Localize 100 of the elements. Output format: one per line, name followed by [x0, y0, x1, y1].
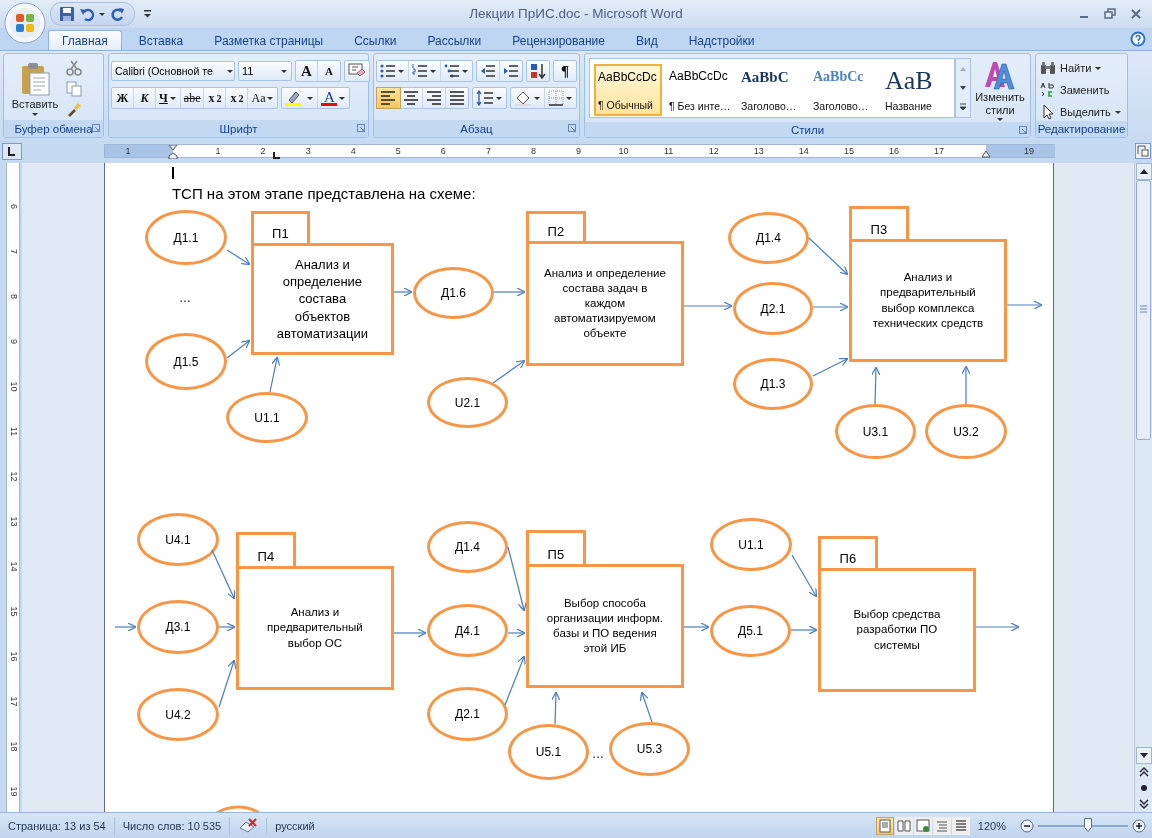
word-count: Число слов: 10 535 [114, 816, 231, 835]
borders-icon[interactable] [548, 90, 564, 106]
caret-icon [31, 111, 39, 117]
ribbon-tab[interactable]: Ссылки [340, 30, 411, 50]
scroll-up-icon[interactable] [1135, 163, 1152, 180]
ribbon-tab[interactable]: Надстройки [674, 30, 769, 50]
align-justify-icon[interactable] [449, 90, 465, 106]
draft-view-button[interactable] [951, 816, 970, 835]
restore-icon[interactable] [1104, 8, 1116, 20]
save-icon[interactable] [59, 6, 75, 22]
ribbon-tab[interactable]: Вид [621, 30, 672, 50]
paste-button[interactable]: Вставить [4, 54, 66, 120]
print-view-button[interactable] [875, 816, 894, 835]
clear-format-icon[interactable] [348, 63, 366, 79]
dialog-launcher-icon[interactable] [1019, 126, 1027, 134]
spellcheck-icon[interactable] [238, 817, 259, 834]
ruler-toggle-icon[interactable] [1135, 143, 1151, 159]
ruler-number: 11 [664, 145, 674, 157]
right-indent-icon[interactable] [981, 151, 991, 158]
indent-marker-icon[interactable] [168, 145, 178, 159]
reading-view-button[interactable] [894, 816, 913, 835]
ruler-number: 13 [753, 145, 764, 157]
brush-icon[interactable] [66, 102, 82, 118]
data-ellipse: Д1.1 [144, 210, 227, 265]
help-icon[interactable] [1130, 31, 1146, 47]
caret-icon[interactable] [566, 95, 573, 101]
grow-font-button[interactable]: A [296, 61, 318, 81]
ribbon-tab[interactable]: Рецензирование [498, 30, 619, 50]
zoom-level[interactable]: 120% [977, 819, 1006, 832]
align-center-icon[interactable] [403, 90, 419, 106]
dialog-launcher-icon[interactable] [92, 124, 100, 132]
web-view-button[interactable] [913, 816, 932, 835]
scroll-down-icon[interactable] [1135, 747, 1152, 764]
bold-button[interactable]: Ж [112, 88, 134, 108]
strikethrough-button[interactable]: abe [180, 88, 205, 108]
replace-button[interactable]: Заменить [1040, 81, 1122, 99]
arrow [808, 237, 849, 276]
arrow [493, 287, 526, 297]
ribbon-tab[interactable]: Разметка страницы [200, 30, 338, 50]
zoom-slider-thumb[interactable] [1083, 817, 1092, 832]
caret-icon [267, 95, 275, 101]
process-box: Анализ и определение состава объектов автоматизации [250, 243, 394, 355]
change-styles-button[interactable]: Изменить стили [971, 54, 1029, 122]
shrink-font-button[interactable]: A [318, 61, 340, 81]
caret-icon[interactable] [99, 11, 106, 17]
scroll-thumb-icon[interactable] [1136, 180, 1151, 440]
caret-icon[interactable] [307, 95, 315, 101]
change-case-button[interactable]: Aa [248, 88, 278, 108]
sort-icon[interactable] [530, 63, 546, 79]
line-spacing-icon[interactable] [476, 90, 494, 106]
arrow [683, 622, 710, 632]
bullets-icon[interactable] [380, 63, 396, 79]
scissors-icon[interactable] [66, 60, 82, 76]
align-right-icon[interactable] [426, 90, 442, 106]
align-left-icon[interactable] [380, 90, 396, 106]
font-name-field[interactable]: Calibri (Основной те [111, 61, 235, 81]
paint-bucket-icon[interactable] [514, 90, 532, 106]
font-size-field[interactable]: 11 [238, 61, 292, 81]
arrow [211, 549, 236, 600]
ruler-number: 10 [618, 145, 629, 157]
arrow [218, 659, 237, 708]
zoom-in-icon[interactable] [1132, 818, 1146, 833]
zoom-out-icon[interactable] [1020, 818, 1034, 833]
ruler-number: 14 [8, 560, 18, 573]
tab-selector-icon[interactable] [2, 143, 22, 160]
tab-stop-icon[interactable] [273, 152, 280, 159]
caret-icon[interactable] [462, 68, 469, 74]
customize-icon[interactable] [143, 9, 153, 19]
ruler-number: 10 [8, 380, 18, 393]
caret-icon[interactable] [534, 95, 541, 101]
data-ellipse: Д1.6 [412, 267, 494, 319]
increase-indent-icon[interactable] [503, 63, 519, 79]
dialog-launcher-icon[interactable] [568, 124, 576, 132]
close-icon[interactable] [1130, 8, 1142, 20]
find-button[interactable]: Найти [1040, 59, 1122, 77]
caret-icon[interactable] [398, 68, 405, 74]
language-label[interactable]: русский [267, 816, 323, 835]
ruler-number: 8 [530, 145, 536, 157]
show-marks-button[interactable]: ¶ [554, 61, 576, 81]
ruler-number: 15 [8, 605, 18, 618]
multilevel-list-icon[interactable] [444, 63, 460, 79]
ribbon-tab[interactable]: Вставка [124, 30, 198, 50]
ruler-number: 16 [888, 145, 899, 157]
group-label: Редактирование [1037, 123, 1126, 135]
data-ellipse: Д3.1 [136, 600, 219, 654]
caret-icon[interactable] [430, 68, 437, 74]
style-option[interactable]: AaBbCcDc ¶ Обычный [594, 64, 662, 116]
caret-icon[interactable] [496, 95, 503, 101]
arrow [975, 622, 1020, 632]
ribbon-tab[interactable]: Главная [48, 30, 122, 50]
italic-button[interactable]: К [134, 88, 156, 108]
undo-icon[interactable] [79, 6, 95, 22]
underline-button[interactable]: Ч [156, 88, 181, 108]
select-button[interactable]: Выделить [1040, 103, 1122, 121]
numbering-icon[interactable] [412, 63, 428, 79]
dialog-launcher-icon[interactable] [357, 124, 365, 132]
arrow [1006, 300, 1043, 310]
ribbon-tab[interactable]: Рассылки [413, 30, 496, 50]
decrease-indent-icon[interactable] [480, 63, 496, 79]
redo-icon[interactable] [110, 6, 126, 22]
